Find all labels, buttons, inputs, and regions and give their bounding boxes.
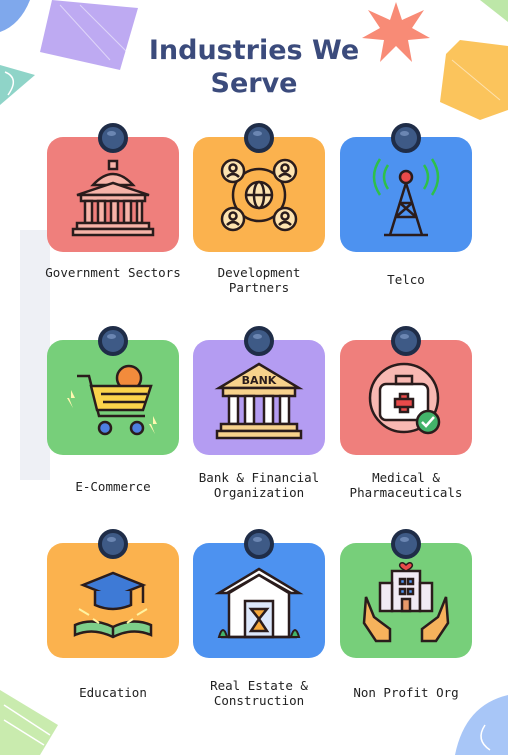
cell-tower-icon (372, 158, 440, 237)
industry-tile-real-estate[interactable] (193, 529, 325, 658)
industry-tile-telco[interactable] (340, 123, 472, 252)
graduation-cap-book-icon (73, 571, 153, 639)
network-people-globe-icon (220, 158, 298, 232)
industry-label: Medical & Pharmaceuticals (349, 470, 463, 500)
industry-tile-development-partners[interactable] (193, 123, 325, 252)
industry-label: Real Estate & Construction (210, 678, 308, 708)
medical-kit-icon (368, 362, 441, 435)
svg-text:BANK: BANK (242, 374, 277, 387)
industry-label: Telco (387, 272, 425, 287)
industry-tile-education[interactable] (47, 529, 179, 658)
page-title: Industries We Serve (0, 34, 508, 100)
bank-icon: BANK (214, 362, 304, 440)
industry-label: Non Profit Org (353, 685, 459, 700)
hands-holding-building-icon (362, 561, 450, 643)
government-building-icon (71, 159, 155, 237)
house-construction-icon (214, 567, 304, 639)
page-title-line1: Industries We (148, 35, 360, 66)
shopping-cart-icon (67, 364, 157, 436)
industry-label: Development Partners (217, 265, 301, 295)
industry-label: Bank & Financial Organization (198, 470, 320, 500)
industry-label: Education (79, 685, 147, 700)
industry-tile-e-commerce[interactable] (47, 326, 179, 455)
page-title-line2: Serve (210, 68, 298, 99)
industry-tile-government-sectors[interactable] (47, 123, 179, 252)
decor-blue-bottom-right (455, 695, 508, 755)
industry-tile-non-profit[interactable] (340, 529, 472, 658)
decor-green-corner (480, 0, 508, 22)
industry-label: E-Commerce (75, 479, 151, 494)
industry-tile-bank-financial[interactable]: BANK (193, 326, 325, 455)
industry-label: Government Sectors (45, 265, 181, 280)
industry-tile-medical[interactable] (340, 326, 472, 455)
